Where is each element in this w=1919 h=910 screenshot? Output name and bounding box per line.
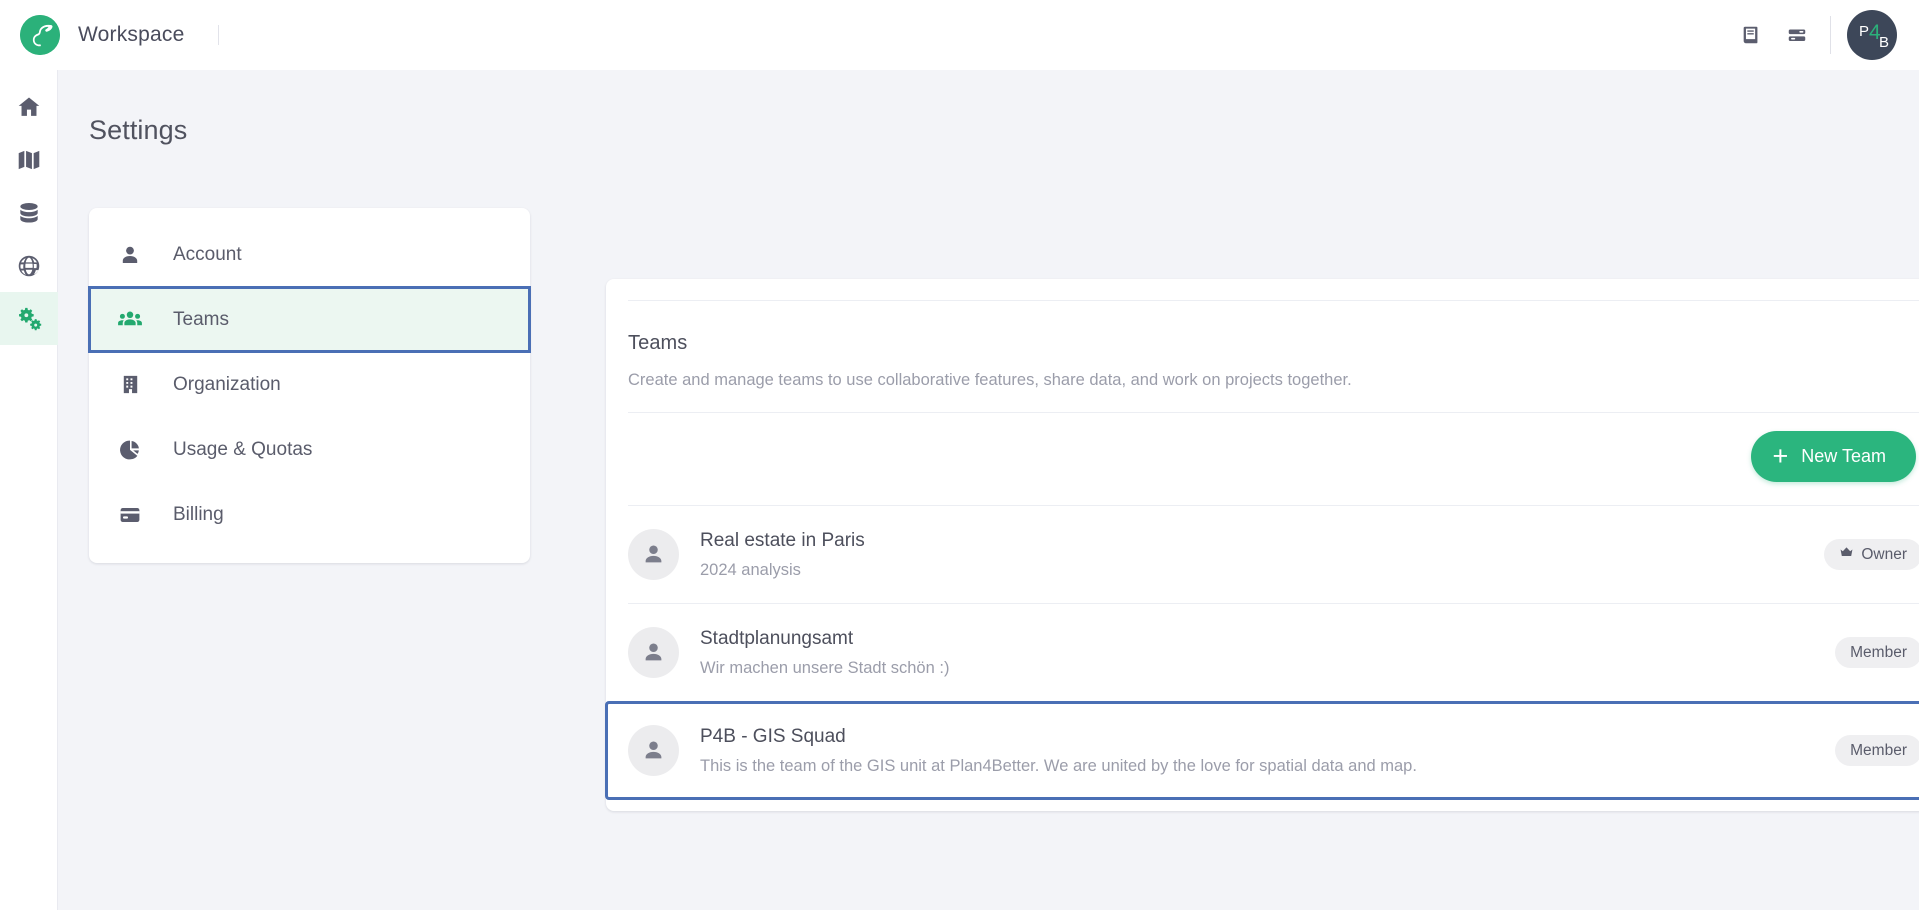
- status-badge: Owner: [1824, 539, 1919, 570]
- database-icon: [20, 202, 38, 223]
- crown-icon: [1839, 545, 1854, 565]
- settings-menu-item-teams[interactable]: Teams: [88, 286, 531, 353]
- teams-panel: Teams Create and manage teams to use col…: [605, 279, 1919, 811]
- team-info: Stadtplanungsamt Wir machen unsere Stadt…: [700, 628, 949, 678]
- role-label: Member: [1850, 741, 1907, 759]
- team-info: P4B - GIS Squad This is the team of the …: [700, 726, 1417, 776]
- settings-menu-item-billing[interactable]: Billing: [89, 482, 530, 547]
- team-name: Stadtplanungsamt: [700, 627, 854, 649]
- settings-menu-label: Account: [173, 243, 242, 265]
- table-row[interactable]: P4B - GIS Squad This is the team of the …: [605, 701, 1919, 800]
- topbar-actions: P 4 B: [1728, 10, 1919, 60]
- team-info: Real estate in Paris 2024 analysis: [700, 530, 865, 580]
- sidebar-item-settings[interactable]: [0, 292, 58, 345]
- avatar[interactable]: P 4 B: [1847, 10, 1897, 60]
- plus-icon: +: [1772, 441, 1789, 471]
- credit-card-icon: [117, 502, 143, 528]
- team-description: This is the team of the GIS unit at Plan…: [700, 756, 1417, 775]
- goat-logo-icon: [20, 15, 60, 55]
- brand-divider: [218, 25, 220, 45]
- avatar-letter-b: B: [1879, 34, 1889, 51]
- settings-menu-item-account[interactable]: Account: [89, 222, 530, 287]
- topbar-divider: [1830, 16, 1831, 54]
- table-row[interactable]: Real estate in Paris 2024 analysis Owner: [606, 506, 1919, 603]
- list-panel-icon[interactable]: [1774, 12, 1820, 58]
- new-team-button-label: New Team: [1801, 446, 1886, 466]
- team-description: Wir machen unsere Stadt schön :): [700, 658, 950, 677]
- teams-description: Create and manage teams to use collabora…: [628, 371, 1352, 389]
- new-team-button[interactable]: + New Team: [1750, 431, 1916, 482]
- avatar: [628, 725, 679, 776]
- settings-menu-label: Billing: [173, 503, 224, 525]
- person-icon: [117, 242, 143, 268]
- map-icon: [18, 150, 40, 169]
- sidebar-item-map[interactable]: [0, 133, 58, 186]
- settings-menu-item-usage-quotas[interactable]: Usage & Quotas: [89, 417, 530, 482]
- role-label: Member: [1850, 643, 1907, 661]
- team-description: 2024 analysis: [700, 560, 801, 579]
- avatar: [628, 627, 679, 678]
- book-icon[interactable]: [1728, 12, 1774, 58]
- team-name: Real estate in Paris: [700, 529, 865, 551]
- sidebar-item-data[interactable]: [0, 186, 58, 239]
- top-bar: Workspace P 4 B: [0, 0, 1919, 70]
- teams-heading: Teams: [628, 332, 688, 354]
- sidebar-item-home[interactable]: [0, 80, 58, 133]
- team-name: P4B - GIS Squad: [700, 725, 846, 747]
- brand[interactable]: Workspace: [20, 15, 220, 55]
- settings-menu-card: Account Teams Organization Usage & Quota…: [88, 208, 531, 563]
- settings-page: Settings Account Teams Organization Usag…: [58, 70, 1919, 910]
- role-label: Owner: [1861, 545, 1907, 563]
- settings-menu-label: Usage & Quotas: [173, 438, 313, 460]
- globe-icon: [18, 255, 40, 276]
- left-nav-rail: [0, 70, 58, 910]
- home-icon: [18, 96, 40, 116]
- avatar-letter-p: P: [1859, 23, 1869, 40]
- teams-panel-header: Teams Create and manage teams to use col…: [606, 301, 1919, 390]
- avatar: [628, 529, 679, 580]
- building-icon: [117, 372, 143, 398]
- table-row[interactable]: Stadtplanungsamt Wir machen unsere Stadt…: [606, 604, 1919, 701]
- settings-menu-label: Organization: [173, 373, 281, 395]
- teams-panel-actions: + New Team: [606, 413, 1919, 482]
- brand-title: Workspace: [78, 23, 185, 46]
- page-title: Settings: [89, 115, 188, 145]
- pie-chart-icon: [117, 437, 143, 463]
- settings-menu-item-organization[interactable]: Organization: [89, 352, 530, 417]
- people-group-icon: [117, 307, 143, 333]
- sidebar-item-catalog[interactable]: [0, 239, 58, 292]
- settings-menu-label: Teams: [173, 308, 229, 330]
- settings-gears-icon: [18, 307, 41, 331]
- status-badge: Member: [1835, 735, 1919, 766]
- status-badge: Member: [1835, 637, 1919, 668]
